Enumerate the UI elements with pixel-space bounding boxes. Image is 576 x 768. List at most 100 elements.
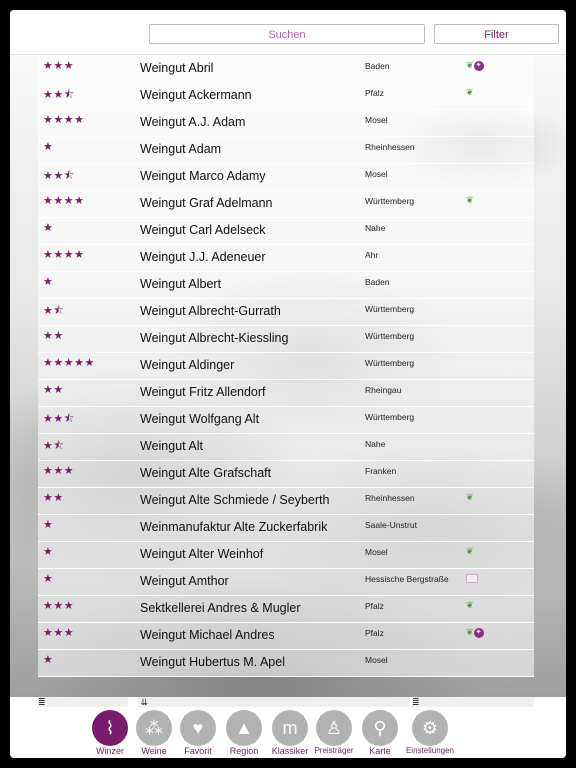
gear-icon: ⚙: [412, 710, 448, 746]
list-item[interactable]: ★★★★ Weingut Graf Adelmann Württemberg ❦: [38, 190, 534, 218]
tab-preisträger[interactable]: ♙ Preisträger: [312, 709, 356, 758]
list-item[interactable]: ★★★ Weingut Michael Andres Pfalz ❦ ✦: [38, 622, 534, 650]
winery-region: Nahe: [365, 439, 386, 449]
rating-stars: ★★⯪: [43, 413, 75, 425]
list-item[interactable]: ★★★★★ Weingut Aldinger Württemberg: [38, 352, 534, 380]
rating-stars: ★: [43, 276, 54, 288]
tab-label: Region: [229, 746, 259, 756]
row-badges: ❦ ✦: [466, 627, 484, 638]
winery-name: Weingut Carl Adelseck: [140, 223, 266, 237]
klassiker-m-icon: m: [272, 710, 308, 746]
rating-stars: ★★: [43, 492, 64, 504]
list-item[interactable]: ★★★ Sektkellerei Andres & Mugler Pfalz ❦: [38, 595, 534, 623]
list-item[interactable]: ★★★ Weingut Abril Baden ❦ ✦: [38, 55, 534, 83]
list-item[interactable]: ★ Weingut Albert Baden: [38, 271, 534, 299]
rating-stars: ★★: [43, 330, 64, 342]
winery-name: Weingut Wolfgang Alt: [140, 412, 260, 426]
heart-icon: ♥: [180, 710, 216, 746]
map-region-icon: ▲: [226, 710, 262, 746]
winery-list[interactable]: ★★★ Weingut Abril Baden ❦ ✦ ★★⯪ Weingut Ackerm…: [10, 55, 566, 697]
rating-stars: ★: [43, 519, 54, 531]
top-bar: Suchen Filter: [10, 10, 566, 55]
row-badges: ❦: [466, 546, 474, 557]
winery-name: Weingut Marco Adamy: [140, 169, 266, 183]
list-item[interactable]: ★ Weingut Hubertus M. Apel Mosel: [38, 649, 534, 677]
list-item[interactable]: ★★⯪ Weingut Ackermann Pfalz ❦: [38, 82, 534, 110]
rating-stars: ★★⯪: [43, 89, 75, 101]
grapes-icon: ⁂: [136, 710, 172, 746]
list-item[interactable]: ★★ Weingut Fritz Allendorf Rheingau: [38, 379, 534, 407]
winery-region: Saale-Unstrut: [365, 520, 417, 530]
tab-einstellungen[interactable]: ⚙ Einstellungen: [402, 709, 458, 758]
winery-name: Weingut Amthor: [140, 574, 229, 588]
filter-button[interactable]: Filter: [434, 24, 559, 44]
tab-label: Karte: [369, 746, 391, 756]
winery-region: Rheinhessen: [365, 142, 415, 152]
rating-stars: ★: [43, 546, 54, 558]
winery-region: Mosel: [365, 115, 388, 125]
horizontal-scrollbar-left[interactable]: ≣: [38, 697, 128, 707]
tab-weine[interactable]: ⁂ Weine: [132, 709, 176, 758]
winery-region: Baden: [365, 277, 390, 287]
horizontal-scrollbar-right[interactable]: ≣: [412, 697, 534, 707]
winery-region: Württemberg: [365, 412, 415, 422]
winery-name: Weingut Fritz Allendorf: [140, 385, 266, 399]
winery-region: Hessische Bergstraße: [365, 574, 449, 584]
organic-leaf-icon: ❦: [466, 600, 474, 610]
award-icon: ✦: [473, 627, 484, 638]
winery-name: Weingut Ackermann: [140, 88, 252, 102]
winery-region: Ahr: [365, 250, 379, 260]
winery-region: Mosel: [365, 547, 388, 557]
rating-stars: ★: [43, 573, 54, 585]
rating-stars: ★★★: [43, 600, 75, 612]
tab-winzer[interactable]: ⌇ Winzer: [88, 709, 132, 758]
list-item[interactable]: ★★★ Weingut Alte Grafschaft Franken: [38, 460, 534, 488]
tab-favorit[interactable]: ♥ Favorit: [176, 709, 220, 758]
rating-stars: ★⯪: [43, 440, 65, 452]
rating-stars: ★: [43, 654, 54, 666]
winery-name: Weingut Albrecht-Gurrath: [140, 304, 281, 318]
list-item[interactable]: ★⯪ Weingut Alt Nahe: [38, 433, 534, 461]
rating-stars: ★★★: [43, 627, 75, 639]
horizontal-scrollbar-middle[interactable]: ⇊: [138, 697, 410, 707]
tab-label: Winzer: [95, 746, 124, 756]
rating-stars: ★★★: [43, 60, 75, 72]
winery-name: Weingut Aldinger: [140, 358, 235, 372]
winery-region: Pfalz: [365, 88, 384, 98]
winery-name: Weingut Abril: [140, 61, 214, 75]
organic-leaf-icon: ❦: [466, 87, 474, 97]
tab-label: Weine: [141, 746, 167, 756]
winery-region: Württemberg: [365, 304, 415, 314]
rating-stars: ★★★★: [43, 114, 85, 126]
row-badges: ❦: [466, 87, 474, 98]
rating-stars: ★★★★★: [43, 357, 95, 369]
list-item[interactable]: ★ Weingut Adam Rheinhessen: [38, 136, 534, 164]
tab-karte[interactable]: ⚲ Karte: [358, 709, 402, 758]
winery-region: Rheinhessen: [365, 493, 415, 503]
rating-stars: ★★: [43, 384, 64, 396]
organic-leaf-icon: ❦: [466, 546, 474, 556]
row-badges: ❦: [466, 195, 474, 206]
tab-region[interactable]: ▲ Region: [222, 709, 266, 758]
list-item[interactable]: ★ Weingut Alter Weinhof Mosel ❦: [38, 541, 534, 569]
list-item[interactable]: ★⯪ Weingut Albrecht-Gurrath Württemberg: [38, 298, 534, 326]
list-item[interactable]: ★ Weingut Amthor Hessische Bergstraße: [38, 568, 534, 596]
winery-name: Weingut Hubertus M. Apel: [140, 655, 285, 669]
list-item[interactable]: ★★★★ Weingut J.J. Adeneuer Ahr: [38, 244, 534, 272]
search-input[interactable]: Suchen: [149, 24, 425, 44]
list-item[interactable]: ★★ Weingut Alte Schmiede / Seyberth Rheinh…: [38, 487, 534, 515]
winery-region: Württemberg: [365, 331, 415, 341]
list-item[interactable]: ★ Weingut Carl Adelseck Nahe: [38, 217, 534, 245]
rating-stars: ★⯪: [43, 305, 65, 317]
winery-region: Mosel: [365, 655, 388, 665]
tab-klassiker[interactable]: m Klassiker: [268, 709, 312, 758]
list-item[interactable]: ★★★★ Weingut A.J. Adam Mosel: [38, 109, 534, 137]
organic-leaf-icon: ❦: [466, 60, 474, 70]
rating-stars: ★★⯪: [43, 170, 75, 182]
list-item[interactable]: ★★⯪ Weingut Wolfgang Alt Württemberg: [38, 406, 534, 434]
list-item[interactable]: ★ Weinmanufaktur Alte Zuckerfabrik Saale-U…: [38, 514, 534, 542]
winery-region: Pfalz: [365, 628, 384, 638]
list-item[interactable]: ★★⯪ Weingut Marco Adamy Mosel: [38, 163, 534, 191]
award-icon: ✦: [473, 60, 484, 71]
list-item[interactable]: ★★ Weingut Albrecht-Kiessling Württemberg: [38, 325, 534, 353]
